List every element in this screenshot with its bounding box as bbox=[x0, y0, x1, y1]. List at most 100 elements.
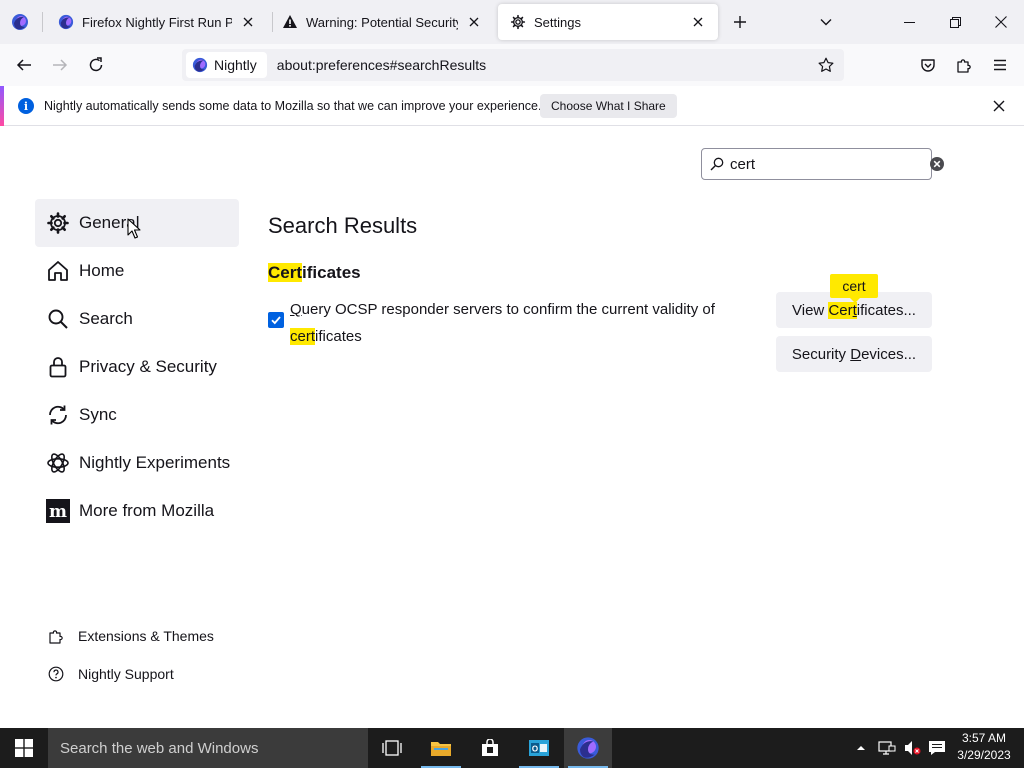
clock-time: 3:57 AM bbox=[961, 731, 1007, 745]
sidebar-item-home[interactable]: Home bbox=[35, 247, 239, 295]
clear-search-icon[interactable] bbox=[929, 156, 945, 172]
identity-box[interactable]: Nightly bbox=[186, 52, 267, 78]
chevron-down-icon bbox=[820, 19, 832, 26]
close-icon bbox=[995, 16, 1007, 28]
tab-title: Warning: Potential Security Risk Ahead bbox=[306, 14, 458, 30]
search-results-title: Search Results bbox=[268, 213, 418, 238]
pocket-button[interactable] bbox=[913, 50, 943, 80]
warning-triangle-icon bbox=[282, 14, 298, 30]
task-view-button[interactable] bbox=[368, 728, 416, 768]
network-icon bbox=[878, 741, 896, 755]
url-bar[interactable]: Nightly about:preferences#searchResults bbox=[182, 49, 844, 81]
tab-first-run[interactable]: Firefox Nightly First Run Page bbox=[46, 4, 268, 40]
taskbar-clock[interactable]: 3:57 AM 3/29/2023 bbox=[952, 730, 1016, 764]
network-tray-icon[interactable] bbox=[878, 740, 896, 756]
close-icon bbox=[993, 100, 1005, 112]
sidebar-extensions-themes-link[interactable]: Extensions & Themes bbox=[47, 627, 247, 645]
tab-settings[interactable]: Settings bbox=[498, 4, 718, 40]
highlight-text: Cer bbox=[828, 301, 853, 319]
close-icon[interactable] bbox=[238, 12, 258, 32]
close-icon[interactable] bbox=[688, 12, 708, 32]
svg-text:O: O bbox=[532, 745, 538, 754]
button-label: Security bbox=[791, 345, 851, 363]
volume-tray-icon[interactable] bbox=[904, 740, 922, 756]
security-devices-button[interactable]: Security Devices... bbox=[776, 336, 932, 372]
list-all-tabs-button[interactable] bbox=[814, 10, 838, 34]
hamburger-menu-icon bbox=[994, 59, 1006, 71]
star-icon bbox=[818, 57, 834, 72]
settings-search-field[interactable] bbox=[701, 148, 944, 180]
outlook-icon: O bbox=[529, 740, 549, 756]
ocsp-checkbox[interactable] bbox=[268, 312, 284, 328]
settings-search-input[interactable] bbox=[730, 155, 929, 173]
access-key: Q bbox=[290, 301, 302, 318]
show-hidden-icons-button[interactable] bbox=[852, 740, 870, 756]
new-tab-button[interactable] bbox=[728, 10, 752, 34]
volume-muted-icon bbox=[905, 741, 921, 755]
app-menu-button[interactable] bbox=[985, 50, 1015, 80]
minimize-button[interactable] bbox=[886, 0, 932, 44]
sidebar-item-search[interactable]: Search bbox=[35, 295, 239, 343]
restore-button[interactable] bbox=[932, 0, 978, 44]
start-button[interactable] bbox=[0, 728, 48, 768]
firefox-view-button[interactable] bbox=[4, 8, 36, 36]
arrow-left-icon bbox=[16, 59, 31, 71]
restore-icon bbox=[949, 16, 961, 28]
taskbar-store[interactable] bbox=[466, 728, 514, 768]
help-icon bbox=[47, 665, 65, 683]
bookmark-star-button[interactable] bbox=[812, 51, 840, 79]
chevron-up-icon bbox=[857, 746, 865, 750]
group-title-rest: ificates bbox=[302, 263, 361, 282]
search-highlight: Cert bbox=[828, 301, 857, 319]
back-button[interactable] bbox=[9, 50, 39, 80]
extensions-button[interactable] bbox=[949, 50, 979, 80]
info-icon: i bbox=[18, 98, 34, 114]
sidebar-item-label: Privacy & Security bbox=[79, 357, 217, 376]
taskbar-file-explorer[interactable] bbox=[417, 728, 465, 768]
ocsp-label[interactable]: Query OCSP responder servers to confirm … bbox=[290, 296, 738, 350]
url-text[interactable]: about:preferences#searchResults bbox=[277, 57, 812, 73]
forward-button[interactable] bbox=[45, 50, 75, 80]
mozilla-m-icon: m bbox=[45, 498, 71, 524]
nightly-logo-icon bbox=[577, 737, 599, 759]
folder-icon bbox=[431, 742, 451, 756]
sidebar-item-label: Search bbox=[79, 309, 133, 328]
checkmark-icon bbox=[271, 316, 281, 325]
tab-title: Firefox Nightly First Run Page bbox=[82, 14, 232, 30]
sidebar-item-privacy[interactable]: Privacy & Security bbox=[35, 343, 239, 391]
button-label: evices... bbox=[861, 345, 917, 363]
taskbar-app-outlook[interactable]: O bbox=[515, 728, 563, 768]
plus-icon bbox=[734, 16, 746, 28]
sidebar-footer-label: Extensions & Themes bbox=[78, 628, 214, 644]
taskbar-search-box[interactable]: Search the web and Windows bbox=[48, 728, 368, 768]
puzzle-icon bbox=[47, 627, 65, 645]
reload-button[interactable] bbox=[81, 50, 111, 80]
sidebar-item-sync[interactable]: Sync bbox=[35, 391, 239, 439]
nightly-logo-icon bbox=[192, 57, 208, 73]
mouse-cursor-icon bbox=[127, 218, 141, 239]
sidebar-item-more-from-mozilla[interactable]: m More from Mozilla bbox=[35, 487, 239, 535]
sidebar-item-label: More from Mozilla bbox=[79, 501, 215, 520]
close-window-button[interactable] bbox=[978, 0, 1024, 44]
nightly-logo-icon bbox=[12, 14, 28, 30]
sync-icon bbox=[45, 402, 71, 428]
choose-what-i-share-button[interactable]: Choose What I Share bbox=[540, 94, 677, 118]
search-highlight: cert bbox=[290, 328, 316, 345]
search-icon bbox=[45, 306, 71, 332]
taskbar-firefox-nightly[interactable] bbox=[564, 728, 612, 768]
certificates-group-title: Certificates bbox=[268, 263, 361, 283]
search-highlight: Cert bbox=[268, 263, 303, 282]
action-center-button[interactable] bbox=[928, 740, 946, 756]
reload-icon bbox=[89, 57, 103, 72]
button-label: ificates... bbox=[856, 301, 916, 319]
data-reporting-notification: i Nightly automatically sends some data … bbox=[0, 86, 1024, 126]
tab-security-warning[interactable]: Warning: Potential Security Risk Ahead bbox=[270, 4, 494, 40]
sidebar-item-experiments[interactable]: Nightly Experiments bbox=[35, 439, 239, 487]
sidebar-item-label: Nightly Experiments bbox=[79, 453, 231, 472]
sidebar-support-link[interactable]: Nightly Support bbox=[47, 665, 247, 683]
experiments-icon bbox=[45, 450, 71, 476]
notification-close-button[interactable] bbox=[988, 95, 1010, 117]
identity-label: Nightly bbox=[214, 57, 257, 73]
close-icon[interactable] bbox=[464, 12, 484, 32]
sidebar-item-label: Sync bbox=[79, 405, 117, 424]
